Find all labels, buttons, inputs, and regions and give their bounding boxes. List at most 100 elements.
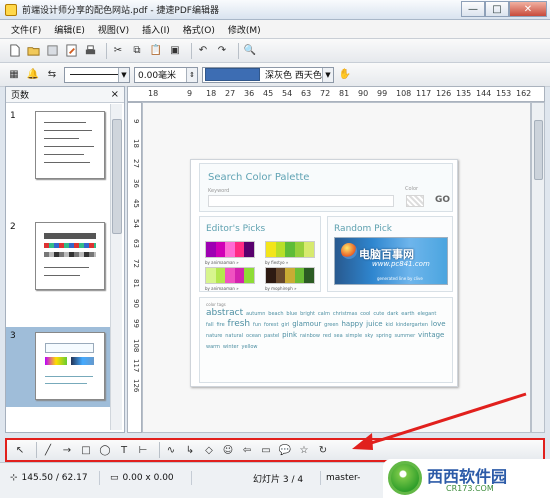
tag-link[interactable]: kindergarten <box>396 322 428 328</box>
redo-icon[interactable]: ↷ <box>215 44 229 58</box>
random-palette-preview[interactable]: 电脑百事网 www.pc841.com generated line by cl… <box>334 237 448 285</box>
tag-link[interactable]: girl <box>281 322 289 328</box>
workspace-scroll-thumb[interactable] <box>534 120 543 180</box>
page-thumbnail-3-selected[interactable]: 3 <box>6 327 114 407</box>
tag-link[interactable]: bright <box>300 311 315 317</box>
tag-link[interactable]: calm <box>318 311 330 317</box>
connector-tool-icon[interactable]: ↳ <box>183 443 197 457</box>
tag-link[interactable]: fun <box>253 322 261 328</box>
text-tool-icon[interactable]: T <box>117 443 131 457</box>
workspace-scrollbar[interactable] <box>531 102 545 433</box>
tag-link[interactable]: happy <box>341 320 363 328</box>
symbol-shapes-icon[interactable]: ☺ <box>221 443 235 457</box>
menu-view[interactable]: 视图(V) <box>98 23 129 36</box>
line-width-select[interactable]: 0.00毫米 ⇕ <box>134 66 198 83</box>
sidebar-close-button[interactable]: × <box>111 89 119 100</box>
undo-icon[interactable]: ↶ <box>196 44 210 58</box>
keyword-input[interactable] <box>208 195 394 207</box>
line-tool-icon[interactable]: ╱ <box>41 443 55 457</box>
tag-link[interactable]: nature <box>206 333 222 339</box>
callouts-icon[interactable]: 💬 <box>278 443 292 457</box>
tag-link[interactable]: winter <box>223 344 239 350</box>
rectangle-tool-icon[interactable]: □ <box>79 443 93 457</box>
format-painter-icon[interactable]: ▣ <box>168 44 182 58</box>
arrange-icon[interactable]: ⇆ <box>45 68 59 82</box>
edit-document-icon[interactable] <box>64 44 78 58</box>
tag-link[interactable]: fall <box>206 322 214 328</box>
tag-link[interactable]: pastel <box>264 333 279 339</box>
paste-icon[interactable]: 📋 <box>149 44 163 58</box>
color-palette[interactable] <box>265 241 315 258</box>
tag-link[interactable]: rainbow <box>300 333 320 339</box>
tag-link[interactable]: autumn <box>246 311 265 317</box>
menu-insert[interactable]: 插入(I) <box>142 23 170 36</box>
tag-link[interactable]: christmas <box>333 311 357 317</box>
maximize-button[interactable]: □ <box>485 1 509 17</box>
tag-link[interactable]: abstract <box>206 308 243 318</box>
pdf-page[interactable]: Search Color Palette Keyword Color GO Ed… <box>190 159 458 387</box>
menu-file[interactable]: 文件(F) <box>11 23 41 36</box>
tag-link[interactable]: pink <box>282 331 297 339</box>
fit-text-icon[interactable]: ⊢ <box>136 443 150 457</box>
tag-link[interactable]: beach <box>268 311 283 317</box>
tag-link[interactable]: green <box>324 322 338 328</box>
tag-link[interactable]: juice <box>366 320 382 328</box>
tag-link[interactable]: summer <box>395 333 416 339</box>
tag-link[interactable]: cool <box>360 311 370 317</box>
tag-link[interactable]: sea <box>334 333 343 339</box>
grid-icon[interactable]: ▦ <box>7 68 21 82</box>
color-picker[interactable] <box>406 195 424 207</box>
line-style-select[interactable]: ▼ <box>64 66 130 83</box>
tag-link[interactable]: simple <box>346 333 363 339</box>
tag-link[interactable]: vintage <box>418 331 444 339</box>
basic-shapes-icon[interactable]: ◇ <box>202 443 216 457</box>
color-palette[interactable] <box>205 241 255 258</box>
color-palette[interactable] <box>265 267 315 284</box>
tag-link[interactable]: forest <box>264 322 278 328</box>
flowchart-icon[interactable]: ▭ <box>259 443 273 457</box>
sidebar-scroll-thumb[interactable] <box>112 119 122 234</box>
curve-tool-icon[interactable]: ∿ <box>164 443 178 457</box>
go-button[interactable]: GO <box>435 195 450 205</box>
new-document-icon[interactable] <box>7 44 21 58</box>
line-color-select[interactable]: 深灰色 西天色 2 ▼ <box>202 66 334 83</box>
tag-link[interactable]: love <box>431 320 446 328</box>
close-button[interactable]: ✕ <box>509 1 547 17</box>
tag-link[interactable]: kid <box>385 322 392 328</box>
hand-icon[interactable]: ✋ <box>338 68 352 82</box>
bell-icon[interactable]: 🔔 <box>26 68 40 82</box>
tag-link[interactable]: red <box>323 333 331 339</box>
tag-link[interactable]: sky <box>365 333 373 339</box>
print-icon[interactable] <box>83 44 97 58</box>
stars-icon[interactable]: ☆ <box>297 443 311 457</box>
open-folder-icon[interactable] <box>26 44 40 58</box>
menu-modify[interactable]: 修改(M) <box>228 23 261 36</box>
tag-link[interactable]: elegant <box>417 311 436 317</box>
tag-link[interactable]: earth <box>401 311 414 317</box>
tag-link[interactable]: fire <box>216 322 224 328</box>
tag-link[interactable]: blue <box>286 311 297 317</box>
menu-edit[interactable]: 编辑(E) <box>54 23 85 36</box>
tag-link[interactable]: dark <box>387 311 398 317</box>
menu-format[interactable]: 格式(O) <box>183 23 215 36</box>
tag-link[interactable]: fresh <box>228 319 251 329</box>
tag-link[interactable]: natural <box>225 333 243 339</box>
color-palette[interactable] <box>205 267 255 284</box>
zoom-icon[interactable]: 🔍 <box>243 44 257 58</box>
tag-link[interactable]: yellow <box>242 344 258 350</box>
rotate-icon[interactable]: ↻ <box>316 443 330 457</box>
tag-link[interactable]: spring <box>376 333 392 339</box>
tag-link[interactable]: ocean <box>246 333 261 339</box>
block-arrows-icon[interactable]: ⇦ <box>240 443 254 457</box>
tag-link[interactable]: warm <box>206 344 220 350</box>
ellipse-tool-icon[interactable]: ◯ <box>98 443 112 457</box>
tag-link[interactable]: cute <box>373 311 384 317</box>
select-pointer-icon[interactable]: ↖ <box>13 443 27 457</box>
sidebar-scrollbar[interactable] <box>110 104 122 430</box>
save-icon[interactable] <box>45 44 59 58</box>
arrow-line-icon[interactable]: → <box>60 443 74 457</box>
tag-link[interactable]: glamour <box>292 320 321 328</box>
copy-icon[interactable]: ⧉ <box>130 44 144 58</box>
minimize-button[interactable]: — <box>461 1 485 17</box>
cut-icon[interactable]: ✂ <box>111 44 125 58</box>
